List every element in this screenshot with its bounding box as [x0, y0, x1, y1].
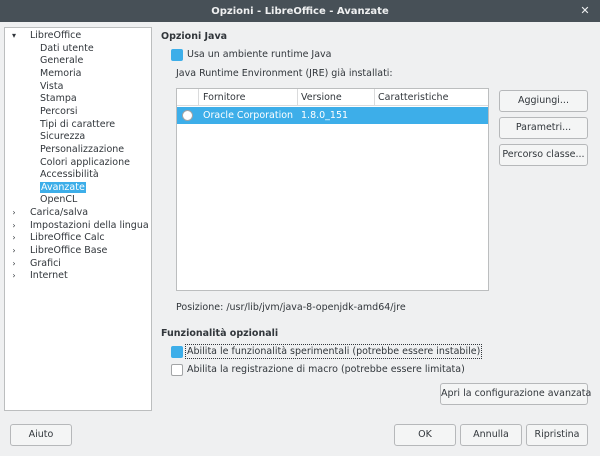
add-jre-button[interactable]: Aggiungi...: [499, 90, 588, 112]
tree-item-libreoffice[interactable]: ▾ LibreOffice: [9, 30, 81, 42]
table-header-vendor[interactable]: Fornitore: [200, 89, 298, 106]
experimental-label: Abilita le funzionalità sperimentali (po…: [184, 344, 483, 359]
tree-item-carica-salva[interactable]: › Carica/salva: [9, 207, 88, 219]
tree-item-avanzate[interactable]: Avanzate: [40, 181, 86, 194]
ok-button[interactable]: OK: [394, 424, 456, 446]
tree-item-label: Percorsi: [40, 105, 78, 117]
tree-item-label: Memoria: [40, 67, 82, 79]
tree-item-label: LibreOffice: [30, 30, 82, 41]
chevron-right-icon[interactable]: ›: [9, 258, 19, 270]
tree-item-percorsi[interactable]: Percorsi: [40, 106, 77, 118]
jre-vendor-cell: Oracle Corporation: [203, 110, 294, 121]
table-row[interactable]: Oracle Corporation 1.8.0_151: [177, 107, 488, 124]
chevron-right-icon[interactable]: ›: [9, 207, 19, 219]
tree-item-label: Sicurezza: [40, 131, 86, 143]
macro-recording-checkbox[interactable]: [171, 364, 183, 376]
tree-item-label: LibreOffice Base: [30, 245, 108, 257]
tree-item-stampa[interactable]: Stampa: [40, 93, 77, 105]
expert-config-button[interactable]: Apri la configurazione avanzata: [440, 383, 591, 405]
tree-item-label: Generale: [40, 55, 84, 67]
jre-table[interactable]: Fornitore Versione Caratteristiche Oracl…: [176, 88, 489, 291]
tree-item-label: Carica/salva: [30, 207, 89, 219]
chevron-down-icon[interactable]: ▾: [9, 30, 19, 42]
use-jre-label: Usa un ambiente runtime Java: [187, 49, 332, 60]
tree-item-label: Grafici: [30, 257, 61, 269]
java-options-heading: Opzioni Java: [161, 31, 228, 42]
tree-item-label: Vista: [40, 80, 64, 92]
tree-item-colori-applicazione[interactable]: Colori applicazione: [40, 157, 130, 169]
installed-jre-label: Java Runtime Environment (JRE) già insta…: [176, 68, 393, 79]
help-button[interactable]: Aiuto: [10, 424, 72, 446]
use-jre-checkbox[interactable]: [171, 49, 183, 61]
tree-item-label: Stampa: [40, 93, 77, 105]
reset-button[interactable]: Ripristina: [526, 424, 588, 446]
table-header-version[interactable]: Versione: [298, 89, 375, 106]
tree-item-opencl[interactable]: OpenCL: [40, 194, 77, 206]
chevron-right-icon[interactable]: ›: [9, 220, 19, 232]
tree-item-vista[interactable]: Vista: [40, 81, 63, 93]
checkmark-icon: [172, 50, 182, 60]
tree-item-tipi-di-carattere[interactable]: Tipi di carattere: [40, 119, 115, 131]
tree-item-libreoffice-calc[interactable]: › LibreOffice Calc: [9, 232, 105, 244]
jre-version-cell: 1.8.0_151: [301, 110, 349, 121]
tree-item-sicurezza[interactable]: Sicurezza: [40, 131, 85, 143]
tree-item-generale[interactable]: Generale: [40, 55, 83, 67]
table-header-select: [177, 89, 199, 106]
tree-item-label: OpenCL: [40, 194, 78, 206]
parameters-button[interactable]: Parametri...: [499, 117, 588, 139]
jre-table-header: Fornitore Versione Caratteristiche: [177, 89, 488, 106]
tree-item-label: Internet: [30, 270, 68, 282]
jre-features-cell: [375, 107, 378, 124]
options-tree[interactable]: ▾ LibreOffice Dati utente Generale Memoria Vi…: [4, 27, 152, 411]
macro-recording-label: Abilita la registrazione di macro (potre…: [187, 364, 465, 375]
tree-item-label: Tipi di carattere: [40, 118, 116, 130]
tree-item-label: Colori applicazione: [40, 156, 130, 168]
tree-item-label: Dati utente: [40, 42, 94, 54]
tree-item-personalizzazione[interactable]: Personalizzazione: [40, 144, 124, 156]
tree-item-memoria[interactable]: Memoria: [40, 68, 81, 80]
classpath-button[interactable]: Percorso classe...: [499, 144, 588, 166]
close-icon[interactable]: ✕: [579, 5, 591, 17]
tree-item-dati-utente[interactable]: Dati utente: [40, 43, 94, 55]
tree-item-label: Impostazioni della lingua: [30, 219, 149, 231]
cancel-button[interactable]: Annulla: [460, 424, 522, 446]
jre-location-label: Posizione: /usr/lib/jvm/java-8-openjdk-a…: [176, 302, 406, 313]
window-title: Opzioni - LibreOffice - Avanzate: [211, 5, 389, 17]
tree-item-label: LibreOffice Calc: [30, 232, 105, 244]
options-dialog: Opzioni - LibreOffice - Avanzate ✕ ▾ Libr…: [0, 0, 600, 456]
tree-item-accessibilità[interactable]: Accessibilità: [40, 169, 99, 181]
tree-item-label: Accessibilità: [40, 169, 99, 181]
jre-radio[interactable]: [182, 110, 193, 121]
chevron-right-icon[interactable]: ›: [9, 232, 19, 244]
tree-item-libreoffice-base[interactable]: › LibreOffice Base: [9, 245, 107, 257]
chevron-right-icon[interactable]: ›: [9, 270, 19, 282]
tree-item-internet[interactable]: › Internet: [9, 270, 68, 282]
optional-features-heading: Funzionalità opzionali: [161, 328, 279, 339]
chevron-right-icon[interactable]: ›: [9, 245, 19, 257]
tree-item-impostazioni-della-lingua[interactable]: › Impostazioni della lingua: [9, 219, 149, 232]
tree-item-grafici[interactable]: › Grafici: [9, 258, 61, 270]
table-header-features[interactable]: Caratteristiche: [375, 89, 488, 106]
experimental-checkbox[interactable]: [171, 346, 183, 358]
tree-item-label: Personalizzazione: [40, 143, 125, 155]
title-bar: Opzioni - LibreOffice - Avanzate ✕: [0, 0, 600, 22]
tree-item-label: Avanzate: [40, 181, 86, 193]
